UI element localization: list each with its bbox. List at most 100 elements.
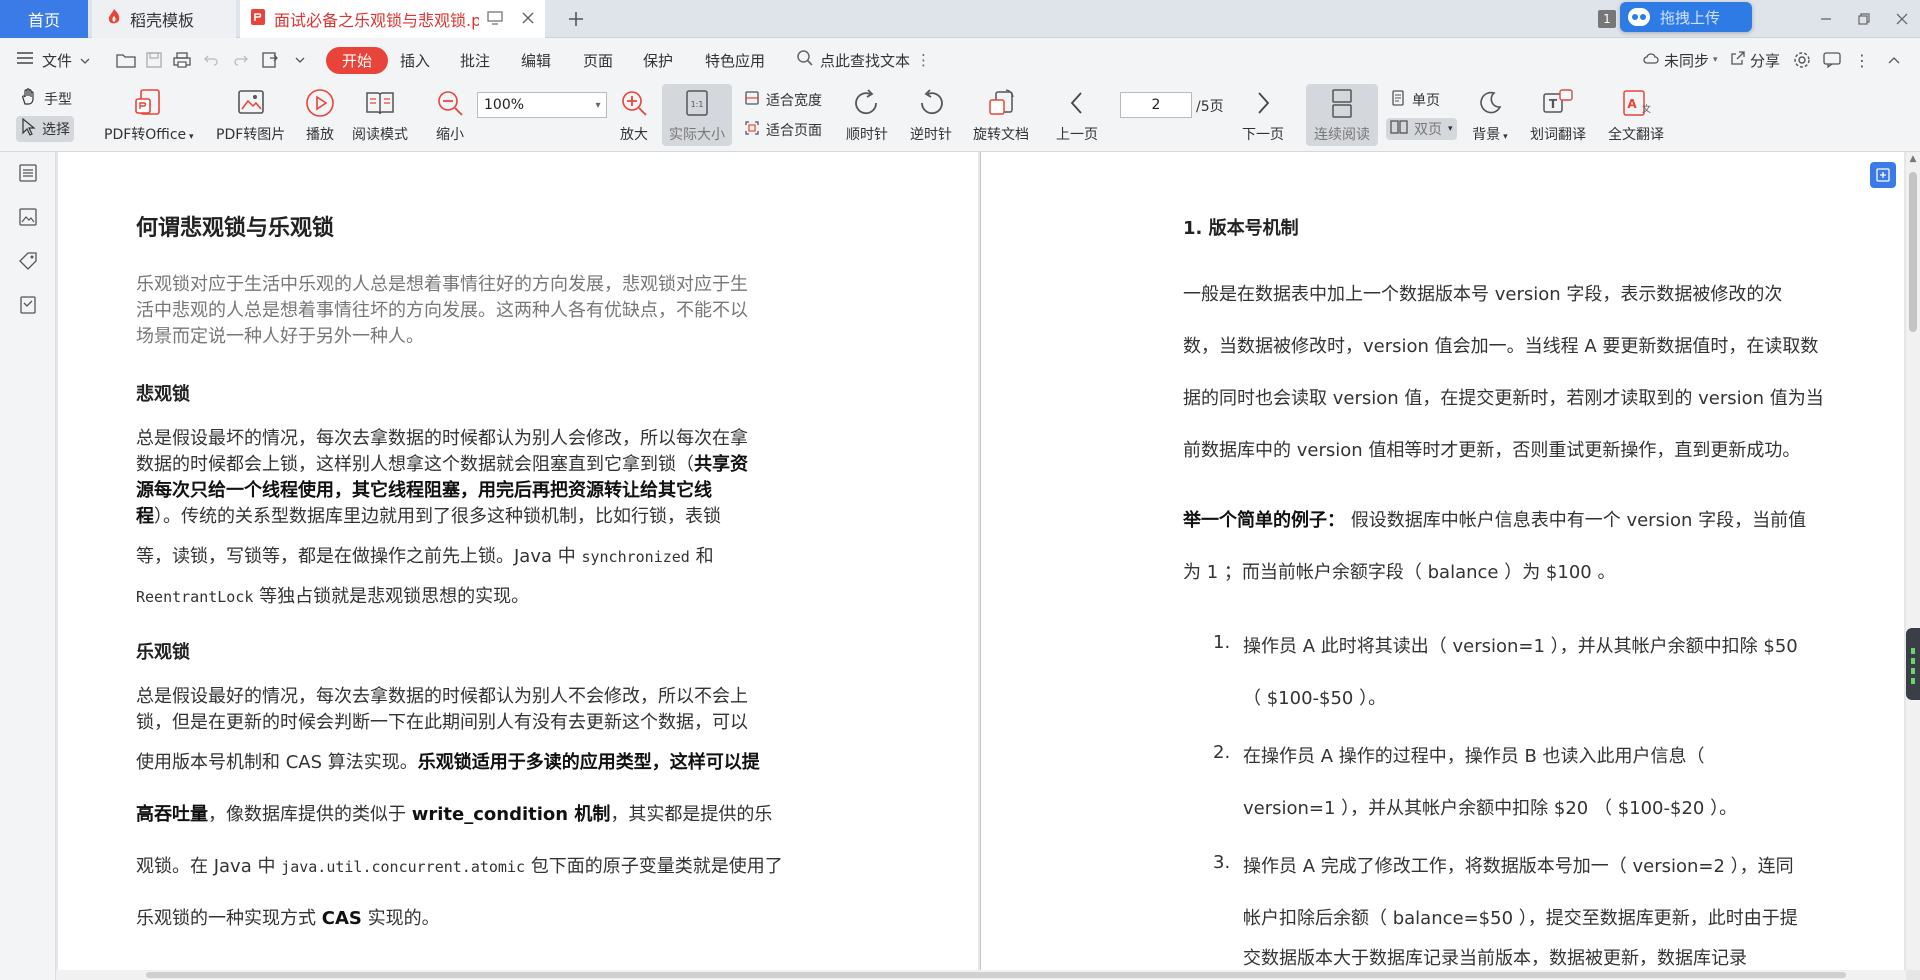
edge-widget[interactable] — [1906, 628, 1920, 700]
zoom-in-button[interactable]: 放大 — [616, 86, 652, 144]
open-folder-icon[interactable] — [116, 50, 136, 70]
thumbnail-icon[interactable] — [17, 206, 39, 228]
read-mode-button[interactable]: 阅读模式 — [352, 86, 408, 144]
save-icon[interactable] — [144, 50, 164, 70]
menu-insert[interactable]: 插入 — [400, 38, 430, 82]
vertical-scrollbar[interactable]: ▲ — [1906, 152, 1920, 970]
pdf-to-image-button[interactable]: PDF转图片 — [216, 86, 285, 144]
rotate-clockwise-button[interactable]: 顺时针 — [846, 86, 888, 144]
document-viewport[interactable]: 何谓悲观锁与乐观锁 乐观锁对应于生活中乐观的人总是想着事情往好的方向发展，悲观锁… — [56, 152, 1906, 970]
intro-line: 场景而定说一种人好于另外一种人。 — [136, 326, 424, 347]
hand-tool[interactable]: 手型 — [20, 88, 72, 110]
restore-icon[interactable] — [1850, 6, 1878, 32]
fit-width-button[interactable]: 适合宽度 — [744, 90, 822, 110]
file-menu[interactable]: 文件 — [16, 38, 90, 82]
tab-home[interactable]: 首页 — [0, 0, 88, 38]
paragraph-line: 使用版本号机制和 CAS 算法实现。乐观锁适用于多读的应用类型，这样可以提 — [136, 748, 760, 774]
rotate-document-button[interactable]: 旋转文档 — [973, 86, 1029, 144]
share-button[interactable]: 分享 — [1730, 38, 1780, 82]
annotation-list-icon[interactable] — [17, 294, 39, 316]
bookmark-tag-icon[interactable] — [17, 250, 39, 272]
settings-gear-icon[interactable] — [1792, 50, 1812, 70]
menu-start[interactable]: 开始 — [326, 38, 389, 82]
menu-annotate[interactable]: 批注 — [460, 38, 490, 82]
word-translate-button[interactable]: T 划词翻译 — [1530, 86, 1586, 144]
redo-icon[interactable] — [230, 50, 250, 70]
scroll-up-icon[interactable]: ▲ — [1906, 154, 1920, 164]
double-page-label: 双页 — [1414, 122, 1442, 138]
rotate-counter-clockwise-button[interactable]: 逆时针 — [910, 86, 952, 144]
paragraph-line: 据的同时也会读取 version 值，在提交更新时，若刚才读取到的 versio… — [1183, 388, 1824, 409]
select-tool[interactable]: 选择 — [16, 116, 74, 142]
menu-special[interactable]: 特色应用 — [705, 38, 765, 82]
menu-protect[interactable]: 保护 — [643, 38, 673, 82]
actual-size-label: 实际大小 — [669, 127, 725, 143]
single-page-button[interactable]: 单页 — [1390, 90, 1440, 110]
bold-text-run: 乐观锁适用于多读的应用类型，这样可以提 — [417, 752, 760, 773]
background-button[interactable]: 背景 ▾ — [1472, 86, 1508, 144]
moon-icon — [1472, 86, 1508, 120]
customize-dropdown-icon[interactable] — [290, 50, 310, 70]
collapse-ribbon-icon[interactable] — [1884, 50, 1904, 70]
undo-icon[interactable] — [202, 50, 222, 70]
text-run: 数据的时候都会上锁，这样别人想拿这个数据就会阻塞直到它拿到锁（ — [136, 454, 694, 475]
menu-bar: 文件 开始 插入 批注 编辑 页面 保护 特色应用 点此查找文本 ⋮ 未同步 ▾… — [0, 38, 1920, 82]
actual-size-button[interactable]: 1:1 实际大小 — [662, 84, 732, 146]
tab-document[interactable]: 面试必备之乐观锁与悲观锁.pdf — [240, 0, 545, 38]
float-window-icon[interactable] — [487, 10, 503, 29]
paragraph-line: 源每次只给一个线程使用，其它线程阻塞，用完后再把资源转让给其它线 — [136, 480, 712, 501]
close-icon[interactable] — [521, 10, 535, 29]
bold-text-run: CAS — [321, 908, 362, 929]
zoom-select[interactable]: 100% ▾ — [477, 92, 607, 118]
menu-page[interactable]: 页面 — [583, 38, 613, 82]
bold-text-run: 共享资 — [694, 454, 748, 475]
translate-icon: T — [1540, 86, 1576, 120]
text-run: 等独占锁就是悲观锁思想的实现。 — [253, 586, 530, 607]
window-close-icon[interactable] — [1888, 6, 1916, 32]
list-number: 2. — [1213, 742, 1231, 763]
floating-toolbox-button[interactable] — [1870, 162, 1896, 188]
scrollbar-thumb[interactable] — [1909, 172, 1917, 332]
text-run: 使用版本号机制和 CAS 算法实现。 — [136, 752, 418, 773]
play-button[interactable]: 播放 — [302, 86, 338, 144]
zoom-out-button[interactable]: 缩小 — [432, 86, 468, 144]
upload-label: 拖拽上传 — [1660, 8, 1721, 27]
file-menu-label: 文件 — [42, 51, 73, 70]
rotate-document-icon — [983, 86, 1019, 120]
full-translate-button[interactable]: A文 全文翻译 — [1608, 86, 1664, 144]
feedback-icon[interactable] — [1822, 50, 1842, 70]
menu-edit[interactable]: 编辑 — [521, 38, 551, 82]
bold-text-run: 程 — [136, 506, 154, 527]
fit-width-icon — [744, 90, 760, 110]
svg-text:A: A — [1627, 97, 1637, 111]
paragraph-line: 数据的时候都会上锁，这样别人想拿这个数据就会阻塞直到它拿到锁（共享资 — [136, 450, 748, 476]
export-icon[interactable] — [260, 50, 280, 70]
fit-page-button[interactable]: 适合页面 — [744, 120, 822, 140]
prev-page-button[interactable]: 上一页 — [1056, 86, 1098, 144]
pdf-to-image-label: PDF转图片 — [216, 127, 286, 143]
text-run: 等，读锁，写锁等，都是在做操作之前先上锁。Java 中 — [136, 546, 582, 567]
sync-status[interactable]: 未同步 ▾ — [1642, 38, 1718, 82]
new-tab-button[interactable] — [560, 0, 592, 38]
horizontal-scrollbar[interactable] — [56, 970, 1906, 980]
paragraph-line: 总是假设最坏的情况，每次去拿数据的时候都认为别人会修改，所以每次在拿 — [136, 428, 748, 449]
page-title: 何谓悲观锁与乐观锁 — [136, 216, 335, 241]
cloud-icon — [1628, 8, 1650, 26]
page-number-input[interactable]: 2 — [1120, 92, 1192, 118]
minimize-icon[interactable] — [1812, 6, 1840, 32]
print-icon[interactable] — [172, 50, 192, 70]
next-page-label: 下一页 — [1242, 127, 1284, 143]
more-vertical-icon[interactable]: ⋮ — [1852, 50, 1872, 70]
double-page-button[interactable]: 双页 ▾ — [1386, 118, 1457, 140]
pdf-to-office-button[interactable]: PDF转Office ▾ — [104, 86, 194, 144]
find-text-button[interactable]: 点此查找文本 ⋮ — [796, 38, 931, 82]
next-page-button[interactable]: 下一页 — [1242, 86, 1284, 144]
tab-template[interactable]: 稻壳模板 — [92, 0, 236, 38]
outline-icon[interactable] — [17, 162, 39, 184]
continuous-read-button[interactable]: 连续阅读 — [1306, 84, 1378, 146]
upload-drop-button[interactable]: 拖拽上传 — [1620, 2, 1752, 32]
indicator-bar — [1911, 648, 1915, 654]
scrollbar-thumb[interactable] — [146, 972, 1846, 978]
sync-label: 未同步 — [1664, 51, 1710, 70]
zoom-in-icon — [616, 86, 652, 120]
